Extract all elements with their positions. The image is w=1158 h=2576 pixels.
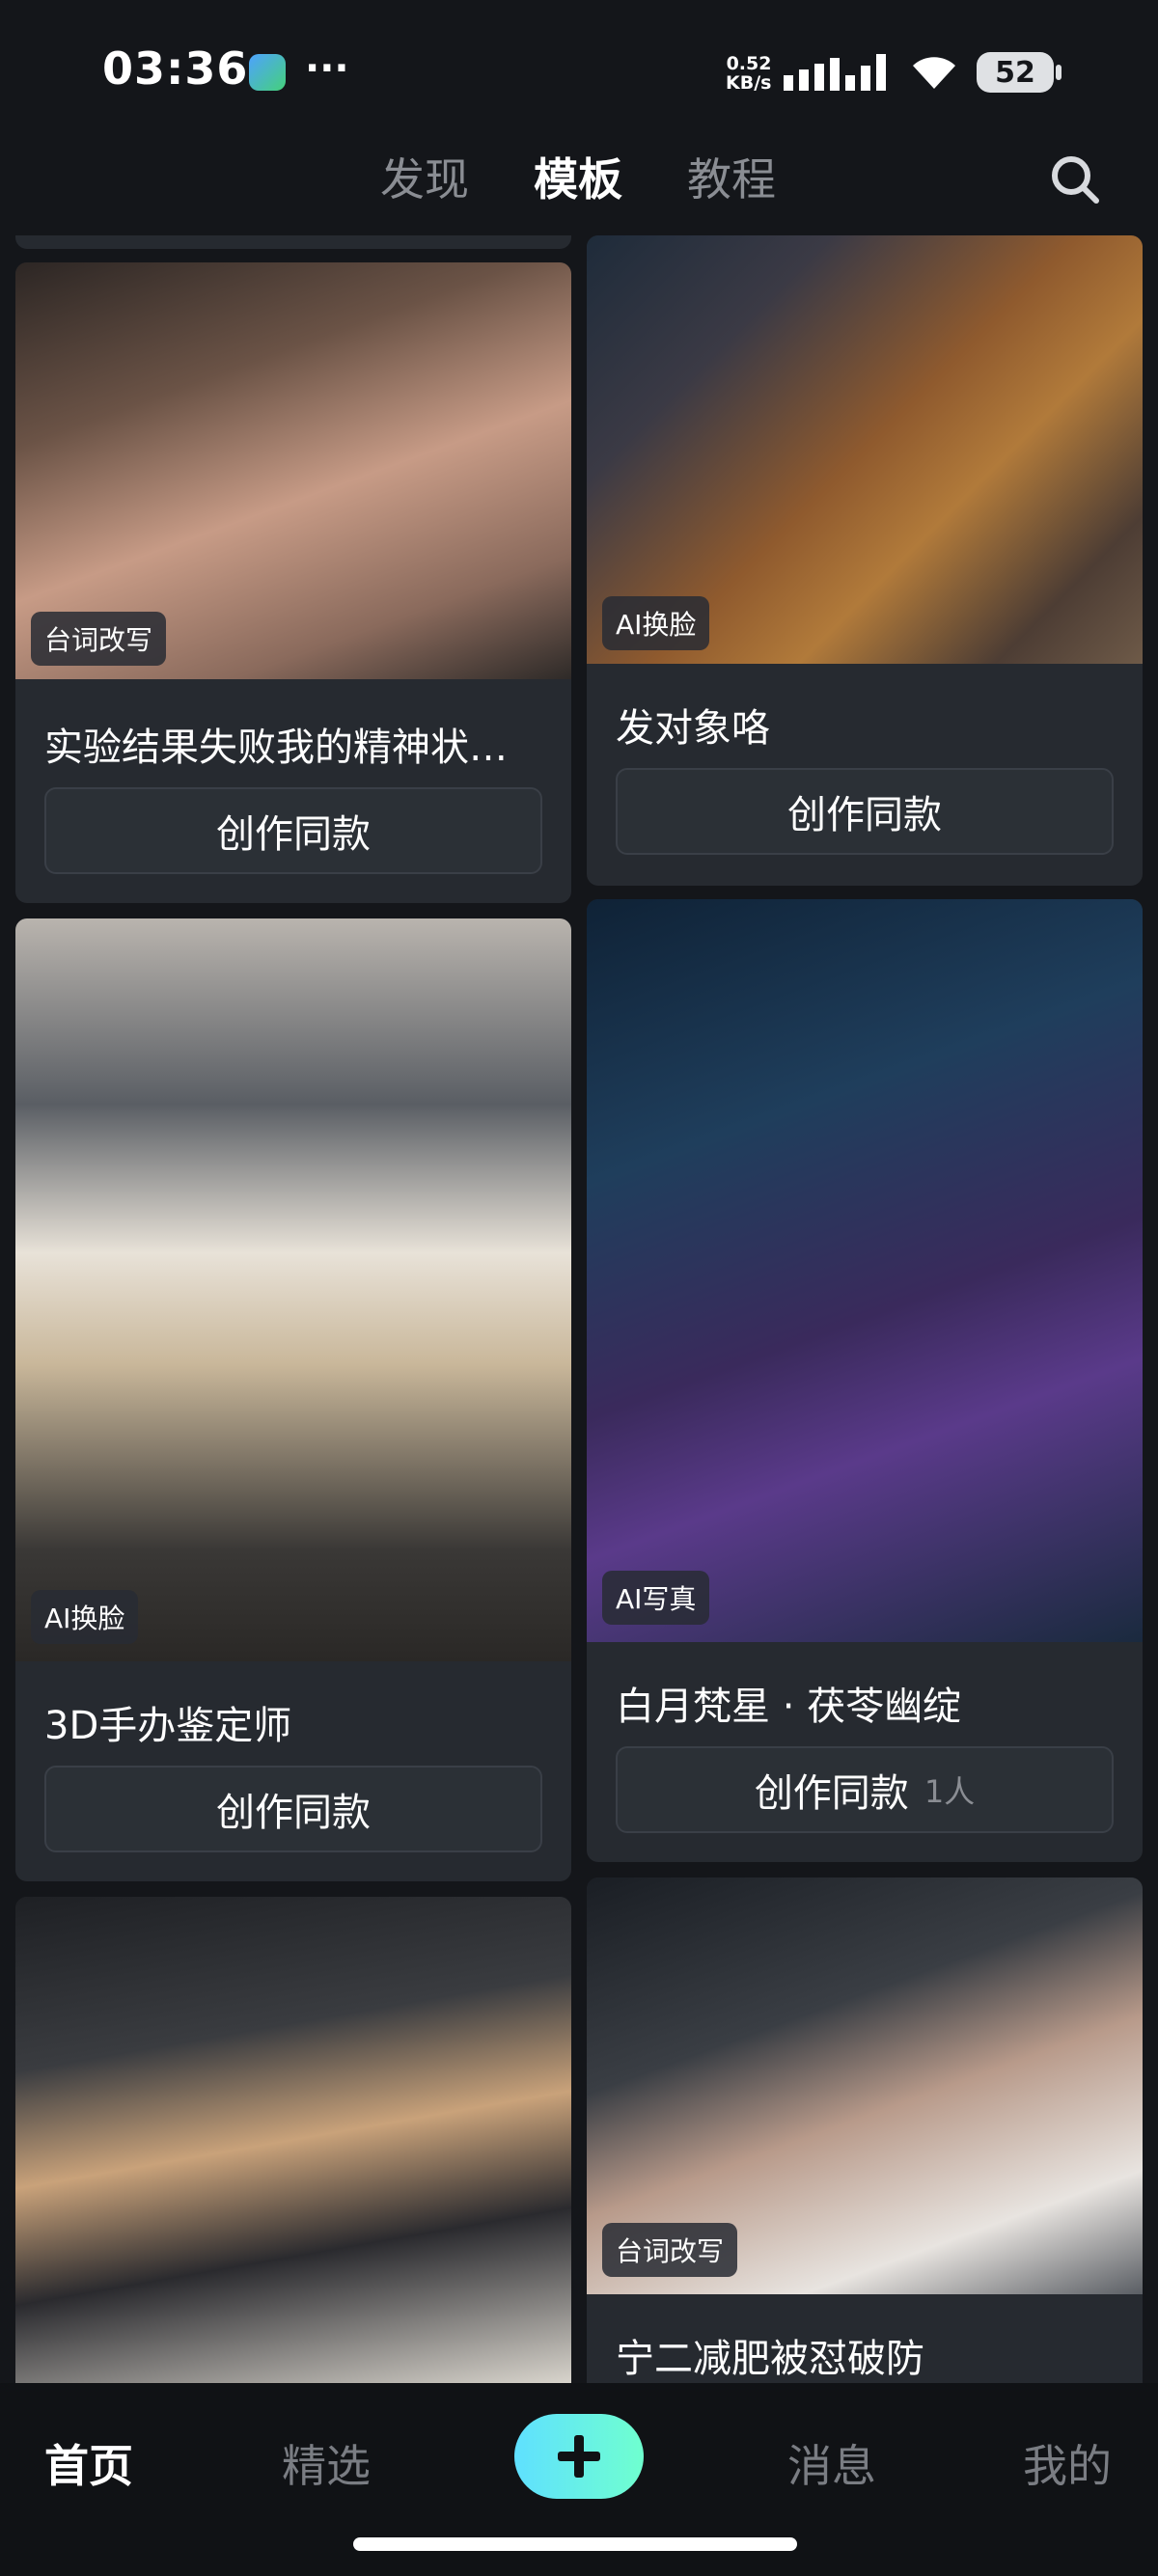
network-speed-unit: KB/s	[726, 72, 772, 94]
nav-messages[interactable]: 消息	[787, 2431, 876, 2495]
template-tag: 台词改写	[602, 2223, 738, 2277]
nav-featured[interactable]: 精选	[282, 2431, 371, 2495]
create-same-button[interactable]: 创作同款	[44, 1766, 542, 1852]
template-thumbnail-archer	[587, 899, 1143, 1642]
nav-profile[interactable]: 我的	[1023, 2431, 1112, 2495]
template-title: 实验结果失败我的精神状…	[44, 726, 508, 770]
template-card[interactable]: 台词改写 实验结果失败我的精神状… 创作同款	[15, 262, 571, 903]
wifi-icon	[913, 57, 955, 89]
template-tag: AI换脸	[602, 596, 710, 650]
template-tag: AI换脸	[31, 1590, 139, 1644]
home-indicator[interactable]	[353, 2537, 797, 2551]
more-notifications-icon: ···	[305, 46, 349, 91]
battery-indicator: 52	[977, 52, 1062, 93]
create-same-label: 创作同款	[754, 1771, 909, 1816]
template-thumbnail-figurine	[15, 918, 571, 1661]
network-speed-value: 0.52	[726, 53, 772, 74]
template-card[interactable]: AI写真 白月梵星 · 茯苓幽绽 创作同款 1人	[587, 899, 1143, 1862]
plus-icon	[558, 2435, 600, 2478]
creator-count: 1人	[924, 1773, 976, 1810]
create-same-label: 创作同款	[216, 1791, 371, 1835]
tab-templates[interactable]: 模板	[534, 145, 622, 208]
create-same-button[interactable]: 创作同款	[44, 787, 542, 874]
create-same-button[interactable]: 创作同款	[616, 768, 1114, 855]
template-tag: AI写真	[602, 1571, 710, 1625]
create-same-label: 创作同款	[216, 812, 371, 857]
template-card[interactable]: AI换脸 发对象咯 创作同款	[587, 235, 1143, 886]
template-card[interactable]: 台词改写 宁二减肥被怼破防	[587, 1877, 1143, 2383]
search-icon[interactable]	[1050, 154, 1100, 205]
add-button[interactable]	[514, 2414, 644, 2499]
signal-icon	[784, 54, 886, 91]
clock: 03:36	[102, 42, 249, 95]
gallery-app-icon	[249, 54, 286, 91]
network-speed: 0.52 KB/s	[726, 54, 771, 93]
template-title: 白月梵星 · 茯苓幽绽	[616, 1685, 962, 1729]
template-title: 发对象咯	[616, 706, 770, 751]
template-tag: 台词改写	[31, 612, 167, 666]
template-card[interactable]	[15, 1897, 571, 2383]
status-bar: 03:36 ··· 0.52 KB/s 52	[0, 0, 1158, 145]
create-same-button[interactable]: 创作同款 1人	[616, 1746, 1114, 1833]
template-thumbnail-giant-hand	[15, 1897, 571, 2383]
tab-tutorials[interactable]: 教程	[687, 145, 776, 208]
card-edge-partial	[15, 235, 571, 249]
create-same-label: 创作同款	[787, 793, 942, 837]
tab-discover[interactable]: 发现	[380, 145, 469, 208]
nav-home[interactable]: 首页	[44, 2431, 133, 2495]
template-title: 宁二减肥被怼破防	[616, 2337, 924, 2381]
template-card[interactable]: AI换脸 3D手办鉴定师 创作同款	[15, 918, 571, 1881]
template-title: 3D手办鉴定师	[44, 1704, 292, 1748]
